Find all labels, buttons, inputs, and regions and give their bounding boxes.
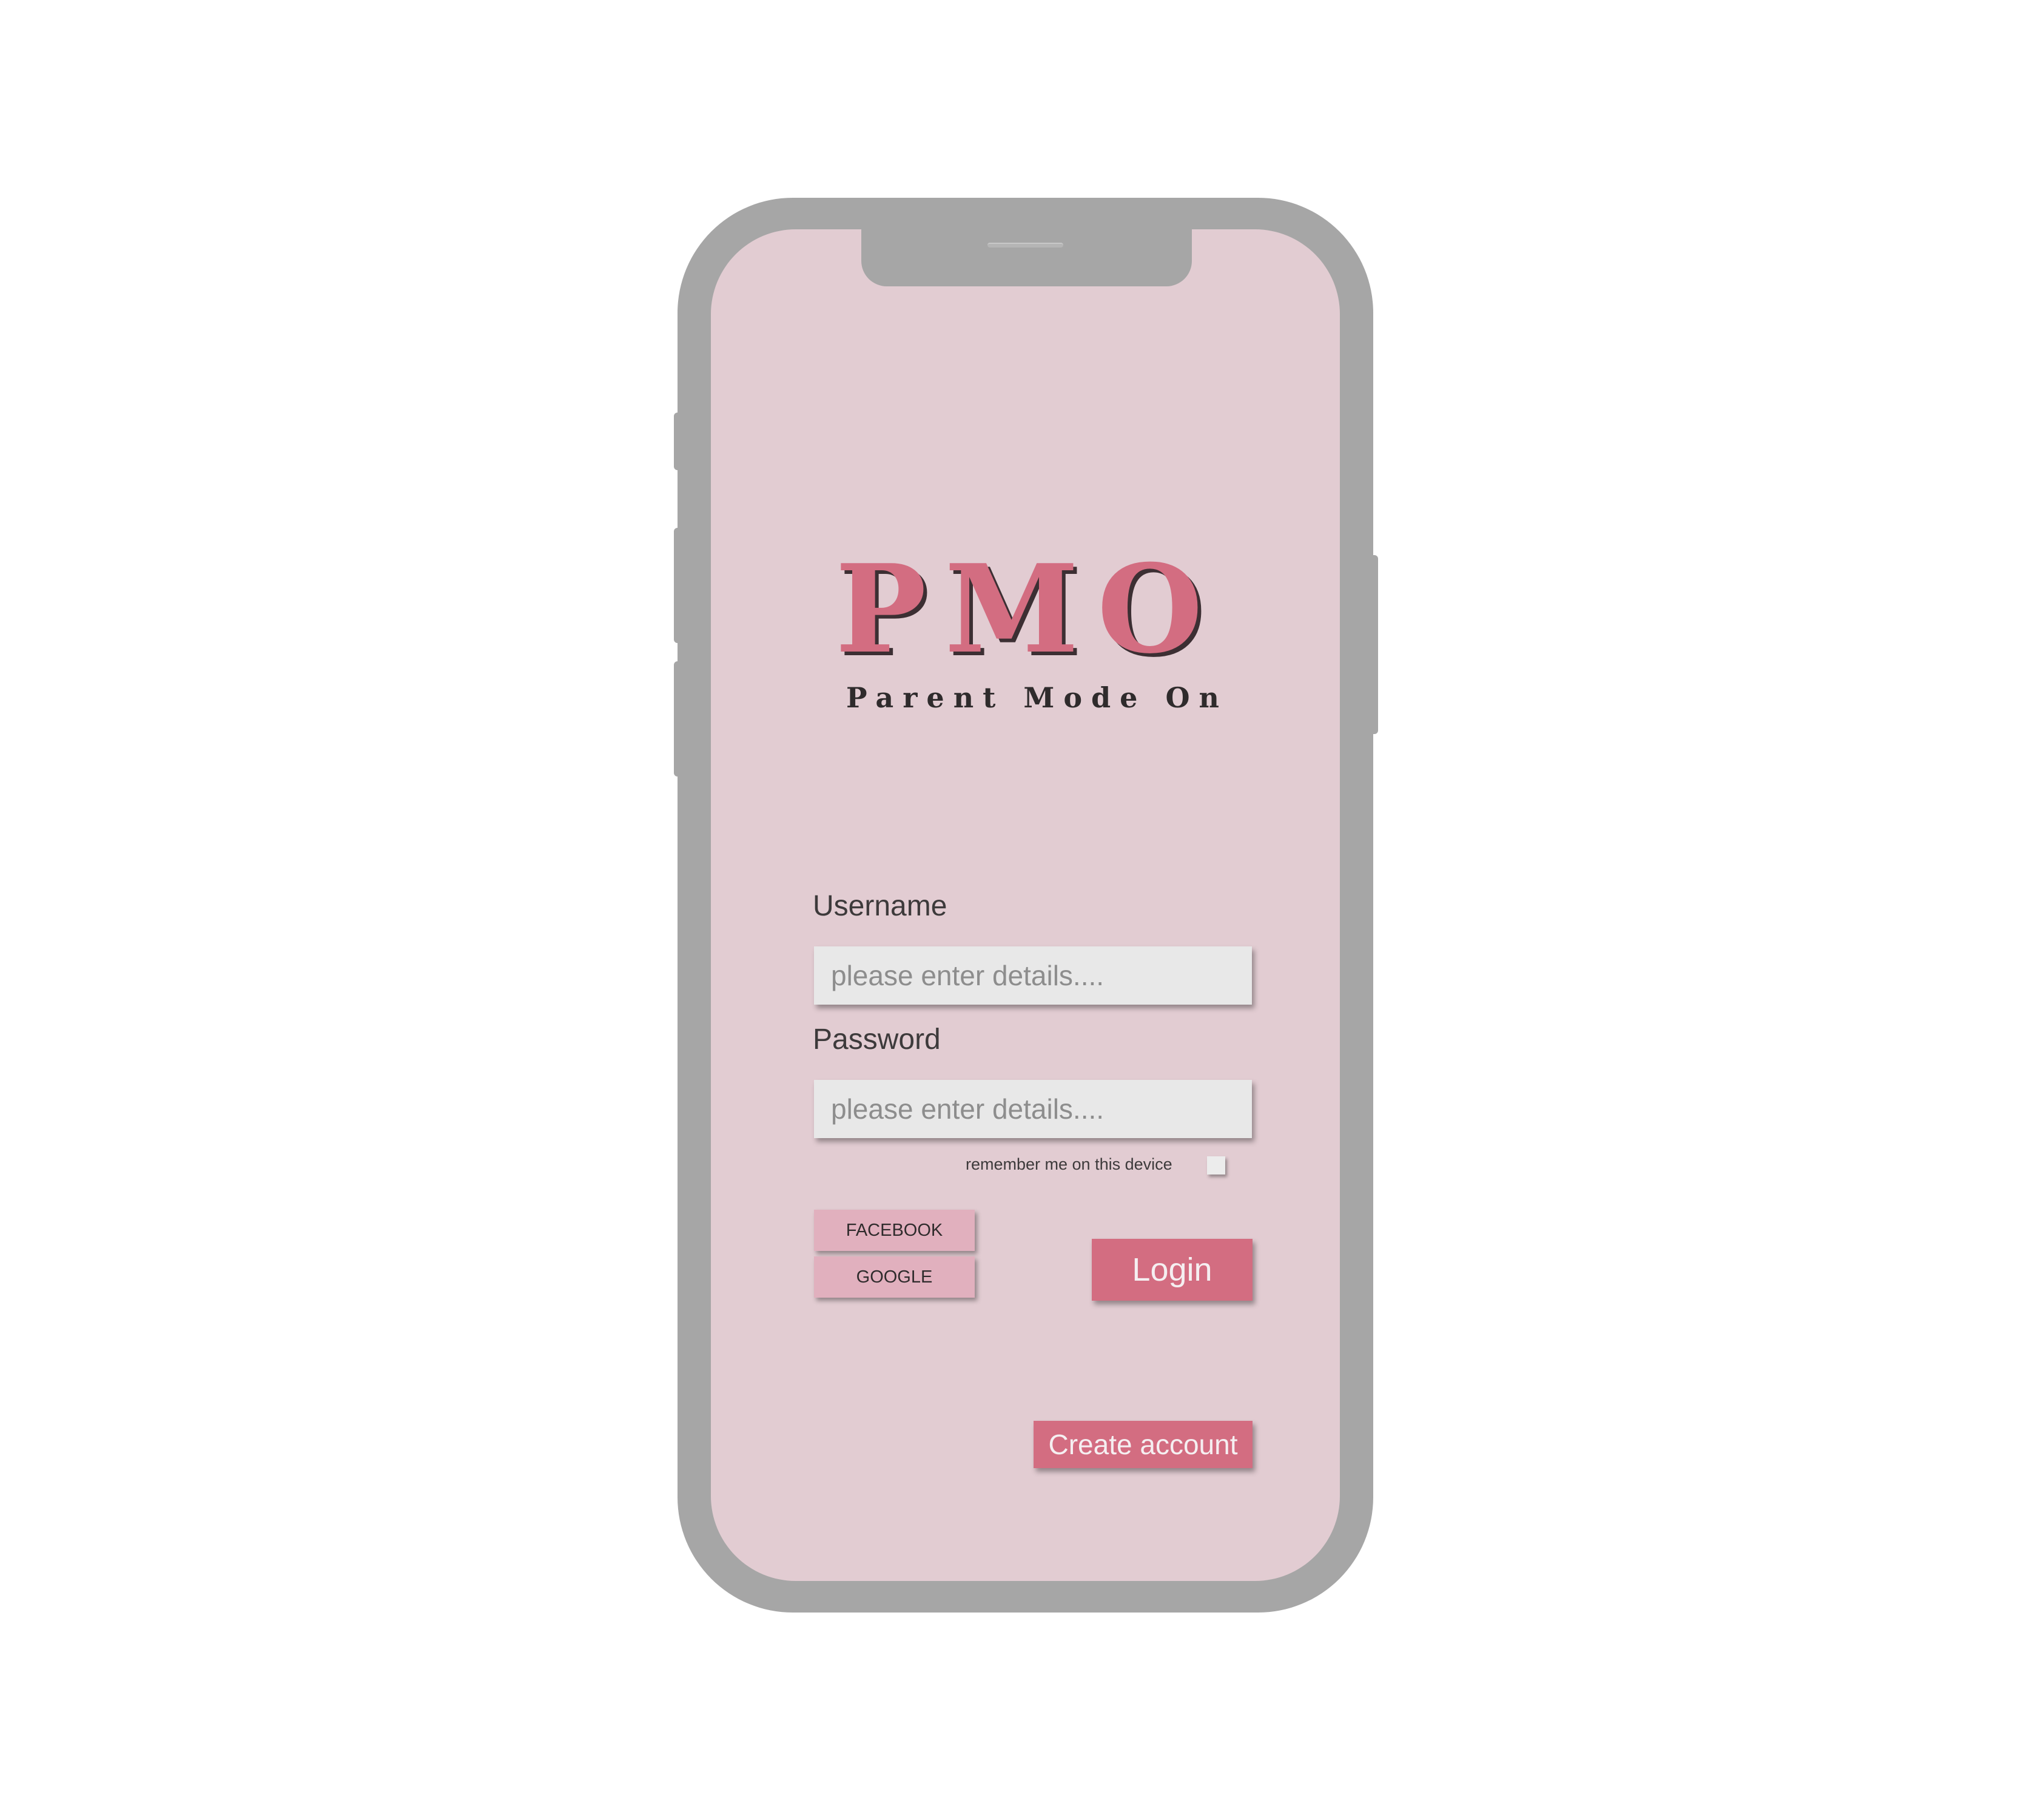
app-logo: PMO Parent Mode On <box>813 549 1237 719</box>
logo-wordmark: PMO <box>835 538 1221 681</box>
create-account-button[interactable]: Create account <box>1034 1421 1253 1468</box>
remember-me-label: remember me on this device <box>966 1155 1172 1173</box>
login-button[interactable]: Login <box>1092 1239 1253 1301</box>
earpiece-speaker <box>987 243 1063 248</box>
remember-me-checkbox[interactable] <box>1207 1156 1225 1175</box>
facebook-login-button[interactable]: FACEBOOK <box>814 1210 975 1251</box>
username-input[interactable] <box>814 946 1252 1005</box>
phone-notch <box>861 218 1192 286</box>
password-label: Password <box>813 1023 941 1056</box>
username-label: Username <box>813 890 947 922</box>
logo-tagline: Parent Mode On <box>846 681 1228 714</box>
google-login-button[interactable]: GOOGLE <box>814 1256 975 1298</box>
phone-screen <box>711 229 1340 1581</box>
canvas: PMO Parent Mode On Username Password rem… <box>0 0 2038 1820</box>
password-input[interactable] <box>814 1080 1252 1138</box>
